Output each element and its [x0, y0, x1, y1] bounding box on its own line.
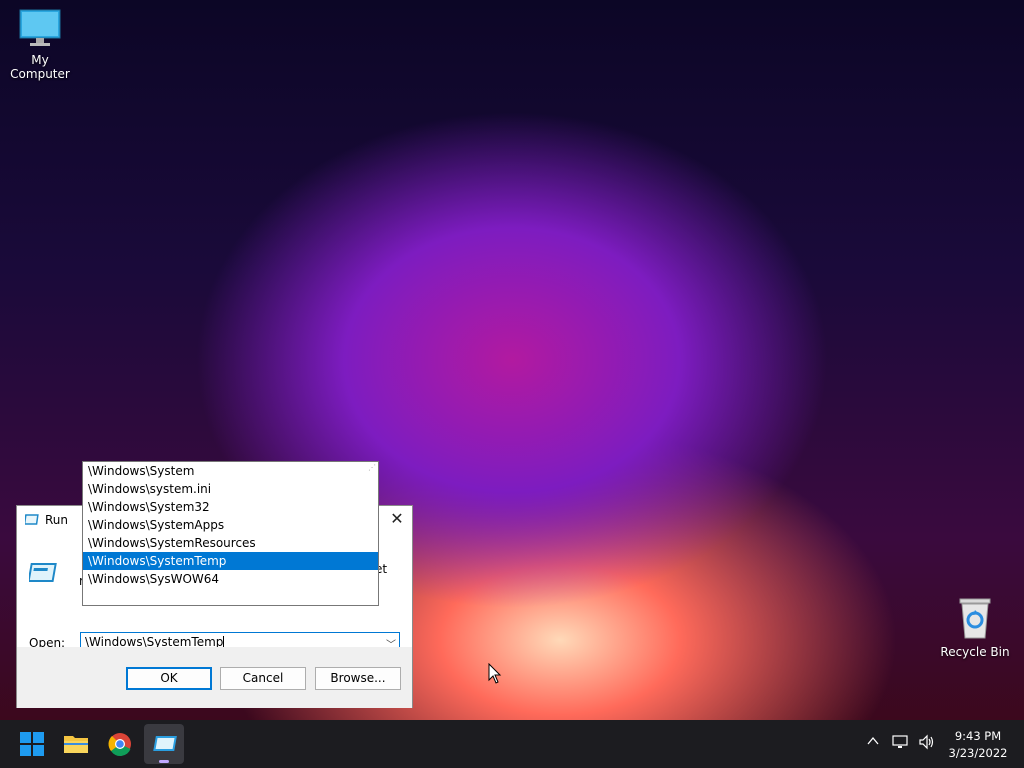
- autocomplete-item[interactable]: \Windows\SystemApps: [83, 516, 378, 534]
- folder-icon: [64, 736, 88, 753]
- start-button[interactable]: [12, 724, 52, 764]
- volume-icon[interactable]: [918, 734, 936, 753]
- recycle-bin-icon: [959, 598, 991, 639]
- active-indicator: [159, 760, 169, 763]
- mouse-cursor-icon: [488, 662, 502, 688]
- close-icon: ✕: [390, 509, 404, 528]
- run-taskbar-button[interactable]: [144, 724, 184, 764]
- chrome-icon: [108, 733, 131, 757]
- taskbar: 9:43 PM 3/23/2022: [0, 720, 1024, 768]
- desktop-icon-my-computer[interactable]: My Computer: [0, 8, 80, 81]
- file-explorer-button[interactable]: [56, 724, 96, 764]
- ok-button[interactable]: OK: [126, 667, 212, 690]
- autocomplete-item[interactable]: \Windows\system.ini: [83, 480, 378, 498]
- autocomplete-item[interactable]: \Windows\SystemResources: [83, 534, 378, 552]
- system-clock[interactable]: 9:43 PM 3/23/2022: [940, 728, 1016, 762]
- run-icon: [153, 736, 177, 751]
- desktop-icon-label: My Computer: [10, 53, 70, 81]
- autocomplete-item[interactable]: \Windows\System32: [83, 498, 378, 516]
- autocomplete-item[interactable]: \Windows\System: [83, 462, 378, 480]
- network-icon[interactable]: [892, 734, 910, 753]
- monitor-icon: [19, 9, 61, 46]
- cancel-button[interactable]: Cancel: [220, 667, 306, 690]
- run-footer: OK Cancel Browse...: [17, 647, 412, 708]
- windows-logo-icon: [20, 732, 44, 756]
- run-app-icon: [23, 514, 39, 529]
- run-title: Run: [45, 513, 69, 527]
- run-large-icon: [27, 562, 59, 587]
- chevron-up-icon[interactable]: [866, 734, 880, 751]
- autocomplete-list: ⋰ \Windows\System \Windows\system.ini \W…: [82, 461, 379, 606]
- chrome-button[interactable]: [100, 724, 140, 764]
- desktop-icon-label: Recycle Bin: [940, 645, 1010, 659]
- clock-time: 9:43 PM: [954, 729, 1002, 743]
- clock-date: 3/23/2022: [948, 746, 1008, 760]
- close-button[interactable]: ✕: [382, 506, 412, 534]
- autocomplete-item[interactable]: \Windows\SysWOW64: [83, 570, 378, 588]
- desktop-icon-recycle-bin[interactable]: Recycle Bin: [935, 596, 1015, 659]
- browse-button[interactable]: Browse...: [315, 667, 401, 690]
- autocomplete-item[interactable]: \Windows\SystemTemp: [83, 552, 378, 570]
